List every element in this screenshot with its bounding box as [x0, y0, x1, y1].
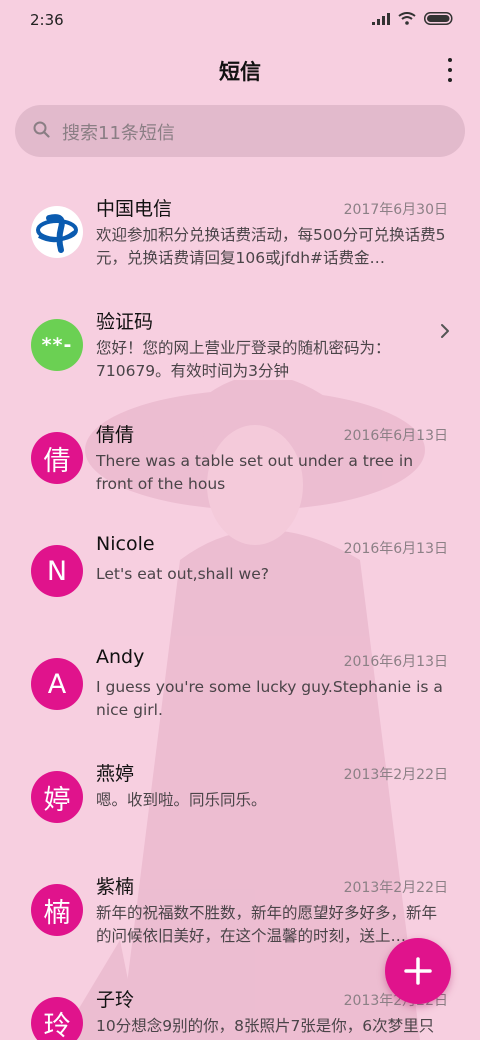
- sender-name: Andy: [96, 646, 145, 668]
- status-icons: [372, 12, 454, 25]
- wifi-icon: [398, 12, 416, 25]
- header: 短信: [0, 44, 480, 100]
- sender-name: 验证码: [96, 311, 154, 333]
- battery-icon: [424, 12, 453, 25]
- list-item[interactable]: 倩 倩倩 2016年6月13日 There was a table set ou…: [0, 396, 480, 509]
- more-vertical-icon[interactable]: [446, 58, 454, 82]
- chevron-right-icon: [441, 324, 449, 338]
- message-preview: I guess you're some lucky guy.Stephanie …: [96, 678, 443, 719]
- message-preview: 您好！您的网上营业厅登录的随机密码为：710679。有效时间为3分钟: [96, 339, 391, 380]
- status-bar: 2:36: [0, 0, 480, 44]
- compose-button[interactable]: [385, 938, 451, 1004]
- sender-name: 燕婷: [96, 763, 135, 785]
- message-preview: 10分想念9别的你，8张照片7张是你，6次梦里只像你，4根骨头3根归你，2爪着地…: [96, 1017, 435, 1035]
- page-title: 短信: [219, 60, 261, 84]
- message-date: 2013年2月22日: [343, 767, 448, 783]
- signal-icon: [372, 12, 390, 25]
- search-input[interactable]: 搜索11条短信: [15, 105, 465, 157]
- message-preview: There was a table set out under a tree i…: [96, 452, 414, 493]
- message-date: 2017年6月30日: [343, 202, 448, 218]
- china-telecom-logo-icon: [31, 206, 83, 258]
- message-preview: 欢迎参加积分兑换话费活动，每500分可兑换话费5元，兑换话费请回复106或jfd…: [96, 226, 446, 267]
- sender-name: 子玲: [96, 989, 135, 1011]
- status-time: 2:36: [30, 11, 64, 29]
- list-item[interactable]: A Andy 2016年6月13日 I guess you're some lu…: [0, 622, 480, 735]
- avatar: A: [31, 658, 83, 710]
- avatar: 倩: [31, 432, 83, 484]
- message-preview: 嗯。收到啦。同乐同乐。: [96, 791, 267, 809]
- message-date: 2016年6月13日: [343, 541, 448, 557]
- avatar: 婷: [31, 771, 83, 823]
- avatar: **-: [31, 319, 83, 371]
- list-item[interactable]: 中国电信 2017年6月30日 欢迎参加积分兑换话费活动，每500分可兑换话费5…: [0, 170, 480, 283]
- sender-name: 紫楠: [96, 876, 135, 898]
- message-preview: 新年的祝福数不胜数，新年的愿望好多好多，新年的问候依旧美好，在这个温馨的时刻，送…: [96, 904, 438, 945]
- plus-icon: [404, 957, 432, 985]
- avatar: N: [31, 545, 83, 597]
- list-item[interactable]: 婷 燕婷 2013年2月22日 嗯。收到啦。同乐同乐。: [0, 735, 480, 848]
- list-item[interactable]: **- 验证码 您好！您的网上营业厅登录的随机密码为：710679。有效时间为3…: [0, 283, 480, 396]
- avatar: 楠: [31, 884, 83, 936]
- search-icon: [33, 121, 50, 138]
- sender-name: 倩倩: [96, 424, 135, 446]
- message-date: 2016年6月13日: [343, 654, 448, 670]
- list-item[interactable]: N Nicole 2016年6月13日 Let's eat out,shall …: [0, 509, 480, 622]
- message-preview: Let's eat out,shall we?: [96, 565, 269, 583]
- sender-name: Nicole: [96, 533, 155, 555]
- message-date: 2016年6月13日: [343, 428, 448, 444]
- message-date: 2013年2月22日: [343, 880, 448, 896]
- conversation-list: 中国电信 2017年6月30日 欢迎参加积分兑换话费活动，每500分可兑换话费5…: [0, 170, 480, 1040]
- search-placeholder: 搜索11条短信: [62, 123, 175, 144]
- avatar: 玲: [31, 997, 83, 1040]
- sender-name: 中国电信: [96, 198, 173, 220]
